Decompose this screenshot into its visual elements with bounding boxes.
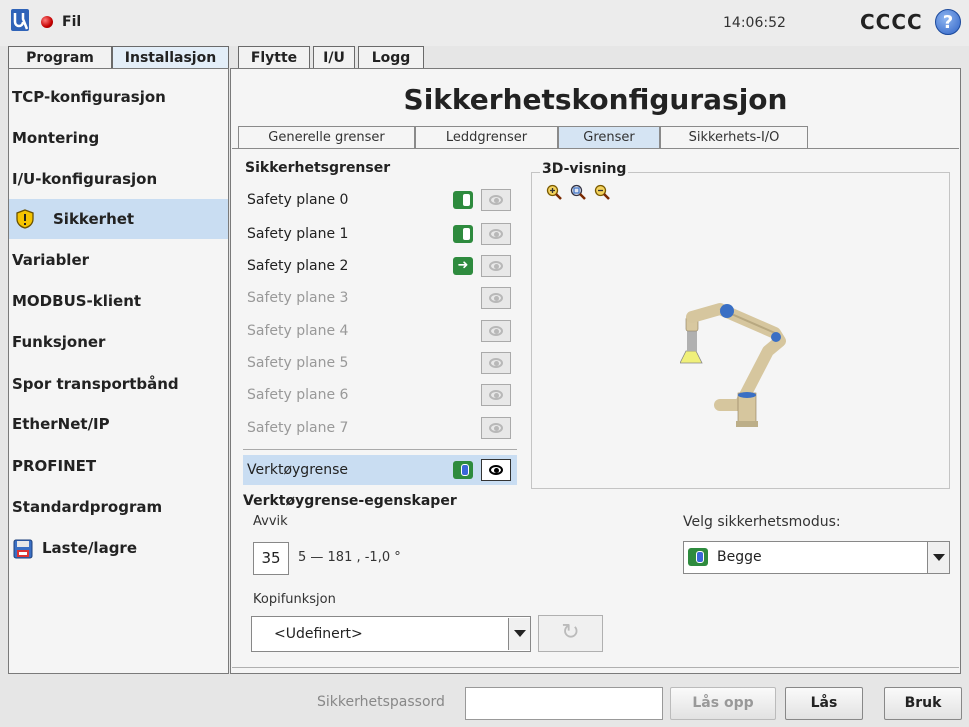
sidebar-item-profinet[interactable]: PROFINET — [9, 446, 228, 486]
sidebar-item-modbus[interactable]: MODBUS-klient — [9, 281, 228, 321]
plane-0-eye-icon[interactable] — [481, 189, 511, 211]
deviation-label: Avvik — [253, 514, 288, 529]
mode-switch-icon — [688, 548, 708, 566]
plane-5-eye-icon[interactable] — [481, 352, 511, 374]
section-heading-verktoygrense: Verktøygrense-egenskaper — [243, 493, 457, 509]
safety-plane-6[interactable]: Safety plane 6 — [247, 380, 517, 410]
plane-1-toggle-icon[interactable] — [453, 225, 473, 243]
unlock-button[interactable]: Lås opp — [670, 687, 776, 720]
divider — [243, 449, 517, 450]
sidebar-item-iu-konfig[interactable]: I/U-konfigurasjon — [9, 159, 228, 199]
tool-limit-eye-icon[interactable] — [481, 459, 511, 481]
safety-plane-3[interactable]: Safety plane 3 — [247, 283, 517, 313]
sidebar-item-funksjoner[interactable]: Funksjoner — [9, 322, 228, 362]
tab-flytte[interactable]: Flytte — [238, 46, 310, 68]
plane-2-eye-icon[interactable] — [481, 255, 511, 277]
zoom-reset-icon[interactable] — [570, 184, 586, 200]
help-icon[interactable]: ? — [935, 9, 961, 35]
tab-iu[interactable]: I/U — [313, 46, 355, 68]
sidebar-item-sikkerhet[interactable]: Sikkerhet — [9, 199, 228, 239]
shield-warning-icon — [16, 209, 34, 229]
plane-6-eye-icon[interactable] — [481, 384, 511, 406]
robot-name: CCCC — [860, 10, 923, 34]
plane-3-eye-icon[interactable] — [481, 287, 511, 309]
chevron-down-icon[interactable] — [508, 618, 530, 650]
copy-function-label: Kopifunksjon — [253, 592, 336, 607]
password-label: Sikkerhetspassord — [317, 694, 445, 710]
zoom-out-icon[interactable] — [594, 184, 610, 200]
file-menu[interactable]: Fil — [62, 14, 81, 30]
page-title: Sikkerhetskonfigurasjon — [403, 83, 788, 116]
password-input[interactable] — [465, 687, 663, 720]
tab-leddgrenser[interactable]: Leddgrenser — [415, 126, 558, 148]
safety-plane-0[interactable]: Safety plane 0 — [247, 185, 517, 215]
tab-logg[interactable]: Logg — [358, 46, 424, 68]
deviation-range: 5 — 181 , -1,0 ° — [298, 550, 401, 565]
deviation-input[interactable]: 35 — [253, 542, 289, 575]
sidebar-item-laste-lagre[interactable]: Laste/lagre — [9, 528, 228, 568]
chevron-down-icon[interactable] — [927, 542, 949, 573]
refresh-icon[interactable]: ↻ — [538, 615, 603, 652]
clock: 14:06:52 — [723, 15, 786, 31]
mode-select-label: Velg sikkerhetsmodus: — [683, 514, 841, 530]
tab-sikkerhets-io[interactable]: Sikkerhets-I/O — [660, 126, 808, 148]
tool-limit-toggle-icon[interactable] — [453, 461, 473, 479]
robot-arm-3d-model — [680, 303, 786, 427]
safety-plane-7[interactable]: Safety plane 7 — [247, 413, 517, 443]
sidebar-item-spor-transportband[interactable]: Spor transportbånd — [9, 364, 228, 404]
sidebar-item-ethernet-ip[interactable]: EtherNet/IP — [9, 404, 228, 444]
sidebar-item-variabler[interactable]: Variabler — [9, 240, 228, 280]
plane-0-toggle-icon[interactable] — [453, 191, 473, 209]
safety-mode-value: Begge — [717, 549, 762, 565]
tab-program[interactable]: Program — [8, 46, 112, 68]
sidebar-item-montering[interactable]: Montering — [9, 118, 228, 158]
sidebar-item-label: Sikkerhet — [53, 210, 135, 228]
3d-view-title: 3D-visning — [540, 161, 629, 177]
sidebar: TCP-konfigurasjon Montering I/U-konfigur… — [8, 68, 229, 674]
top-bar — [0, 0, 969, 46]
tab-generelle-grenser[interactable]: Generelle grenser — [238, 126, 415, 148]
safety-plane-5[interactable]: Safety plane 5 — [247, 348, 517, 378]
plane-4-eye-icon[interactable] — [481, 320, 511, 342]
ur-logo-icon[interactable] — [10, 7, 30, 33]
apply-button[interactable]: Bruk — [884, 687, 962, 720]
tab-installasjon[interactable]: Installasjon — [112, 46, 229, 69]
sidebar-item-label: Laste/lagre — [42, 539, 138, 557]
plane-7-eye-icon[interactable] — [481, 417, 511, 439]
safety-plane-4[interactable]: Safety plane 4 — [247, 316, 517, 346]
lock-button[interactable]: Lås — [785, 687, 863, 720]
tab-grenser[interactable]: Grenser — [558, 126, 660, 148]
save-disk-icon — [13, 539, 33, 559]
safety-plane-1[interactable]: Safety plane 1 — [247, 219, 517, 249]
sidebar-item-standardprogram[interactable]: Standardprogram — [9, 487, 228, 527]
copy-function-value: <Udefinert> — [274, 626, 363, 642]
plane-1-eye-icon[interactable] — [481, 223, 511, 245]
tool-limit-row[interactable]: Verktøygrense — [243, 455, 517, 485]
section-heading-sikkerhetsgrenser: Sikkerhetsgrenser — [245, 160, 391, 176]
zoom-in-icon[interactable] — [546, 184, 562, 200]
sidebar-item-tcp[interactable]: TCP-konfigurasjon — [9, 77, 228, 117]
status-indicator-icon — [41, 16, 53, 28]
safety-plane-2[interactable]: Safety plane 2 — [247, 251, 517, 281]
plane-2-trigger-icon[interactable]: ➜ — [453, 257, 473, 275]
